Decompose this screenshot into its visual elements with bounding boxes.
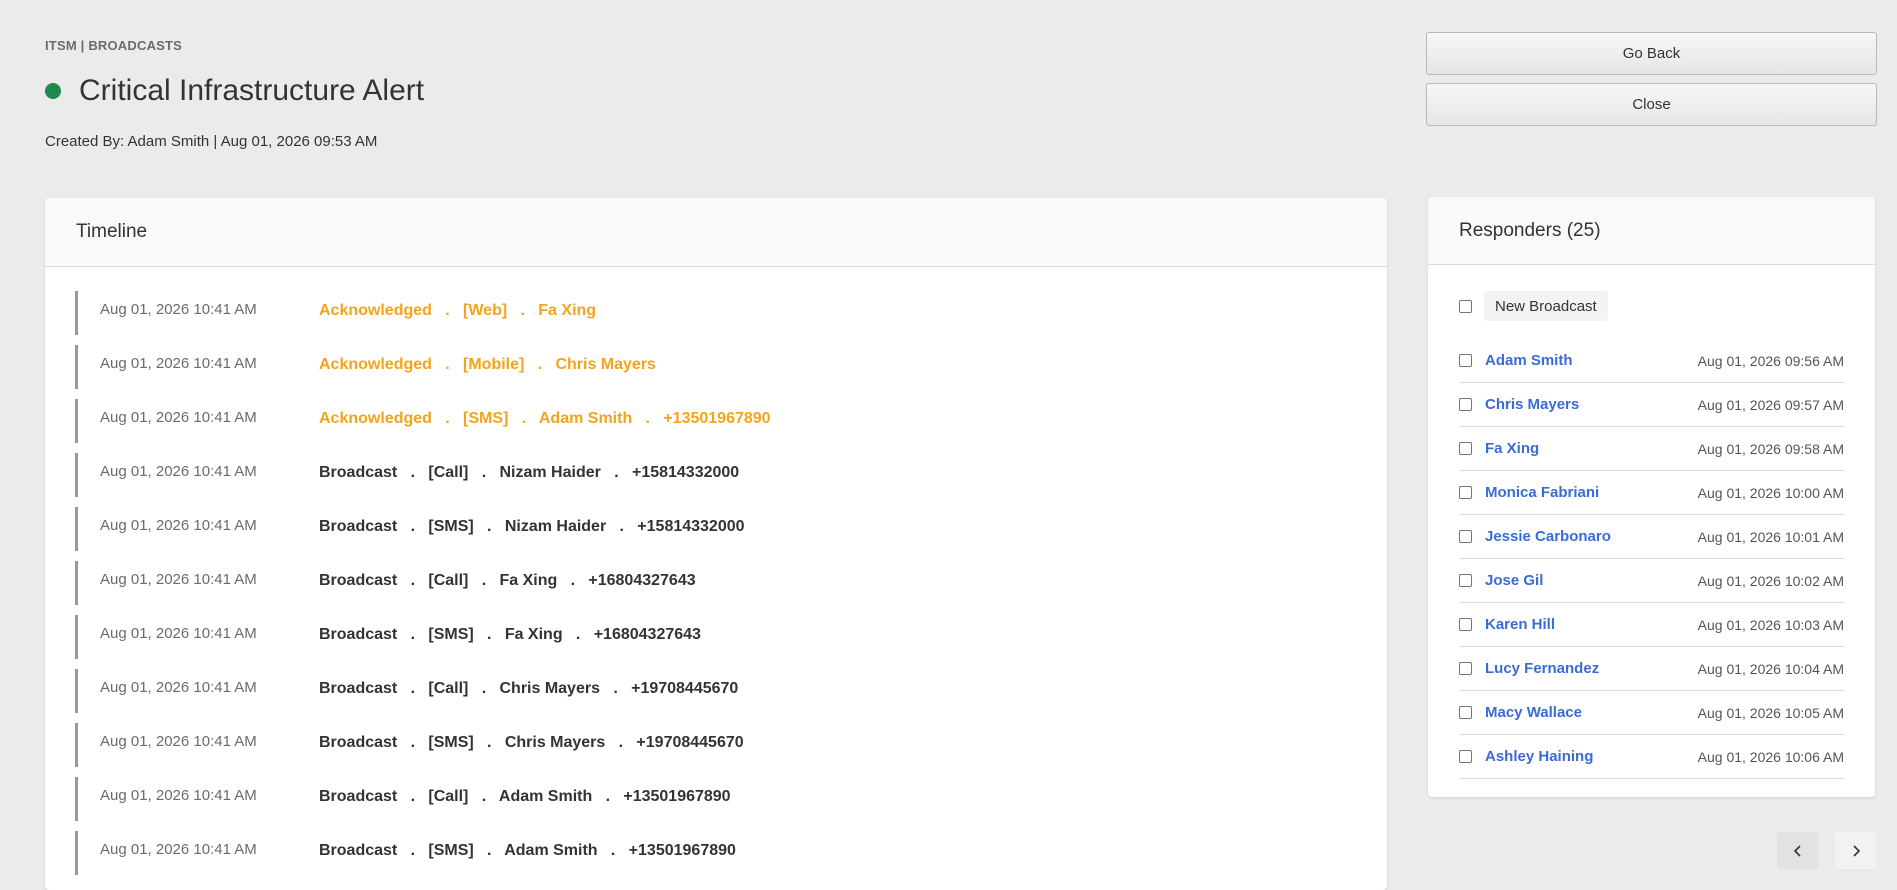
timeline-header: Timeline: [45, 198, 1387, 267]
select-all-checkbox[interactable]: [1459, 299, 1472, 313]
chevron-left-icon: [1793, 844, 1801, 857]
title-row: Critical Infrastructure Alert: [45, 74, 424, 108]
responder-time: Aug 01, 2026 10:04 AM: [1697, 660, 1844, 677]
timeline-entry-time: Aug 01, 2026 10:41 AM: [100, 409, 257, 426]
timeline-entry-time: Aug 01, 2026 10:41 AM: [100, 355, 257, 372]
timeline-entry: Aug 01, 2026 10:41 AM Broadcast . [Call]…: [75, 669, 1387, 713]
timeline-entry: Aug 01, 2026 10:41 AM Acknowledged . [SM…: [75, 399, 1387, 443]
responder-name-link[interactable]: Ashley Haining: [1485, 748, 1593, 765]
responder-checkbox[interactable]: [1459, 662, 1472, 675]
responder-row: Macy Wallace Aug 01, 2026 10:05 AM: [1459, 691, 1844, 735]
timeline-entry: Aug 01, 2026 10:41 AM Acknowledged . [We…: [75, 291, 1387, 335]
responder-name-link[interactable]: Lucy Fernandez: [1485, 660, 1599, 677]
responder-row: Karen Hill Aug 01, 2026 10:03 AM: [1459, 603, 1844, 647]
responder-name-link[interactable]: Jose Gil: [1485, 572, 1543, 589]
responders-header: Responders (25): [1428, 197, 1875, 265]
responder-checkbox[interactable]: [1459, 574, 1472, 587]
timeline-entry-time: Aug 01, 2026 10:41 AM: [100, 787, 257, 804]
responder-row: Adam Smith Aug 01, 2026 09:56 AM: [1459, 339, 1844, 383]
responder-name-link[interactable]: Adam Smith: [1485, 352, 1573, 369]
timeline-entry-event: Broadcast . [SMS] . Chris Mayers . +1970…: [319, 734, 744, 751]
page-title: Critical Infrastructure Alert: [79, 74, 425, 107]
responder-row: Fa Xing Aug 01, 2026 09:58 AM: [1459, 427, 1844, 471]
responder-row: Lucy Fernandez Aug 01, 2026 10:04 AM: [1459, 647, 1844, 691]
timeline-entry-event: Acknowledged . [Web] . Fa Xing: [319, 302, 597, 319]
responder-time: Aug 01, 2026 10:02 AM: [1697, 572, 1844, 589]
responder-name-link[interactable]: Karen Hill: [1485, 616, 1555, 633]
new-broadcast-button[interactable]: New Broadcast: [1484, 291, 1608, 321]
status-indicator-icon: [45, 83, 61, 99]
responder-time: Aug 01, 2026 09:57 AM: [1697, 396, 1844, 413]
responder-row: Monica Fabriani Aug 01, 2026 10:00 AM: [1459, 471, 1844, 515]
new-broadcast-row: New Broadcast: [1459, 291, 1608, 321]
timeline-entry-time: Aug 01, 2026 10:41 AM: [100, 463, 257, 480]
responder-name-link[interactable]: Chris Mayers: [1485, 396, 1579, 413]
timeline-entry-event: Acknowledged . [SMS] . Adam Smith . +135…: [319, 410, 771, 427]
timeline-entry-event: Broadcast . [Call] . Fa Xing . +16804327…: [319, 572, 696, 589]
responder-time: Aug 01, 2026 09:58 AM: [1697, 440, 1844, 457]
responder-time: Aug 01, 2026 10:06 AM: [1697, 748, 1844, 765]
responder-checkbox[interactable]: [1459, 486, 1472, 499]
timeline-entry-time: Aug 01, 2026 10:41 AM: [100, 517, 257, 534]
timeline-entry: Aug 01, 2026 10:41 AM Broadcast . [Call]…: [75, 561, 1387, 605]
timeline-entry: Aug 01, 2026 10:41 AM Broadcast . [SMS] …: [75, 831, 1387, 875]
timeline-entry-event: Broadcast . [Call] . Chris Mayers . +197…: [319, 680, 739, 697]
timeline-entry-time: Aug 01, 2026 10:41 AM: [100, 841, 257, 858]
responder-row: Jose Gil Aug 01, 2026 10:02 AM: [1459, 559, 1844, 603]
responder-checkbox[interactable]: [1459, 750, 1472, 763]
timeline-entry-time: Aug 01, 2026 10:41 AM: [100, 733, 257, 750]
responder-time: Aug 01, 2026 10:03 AM: [1697, 616, 1844, 633]
responders-panel: Responders (25) New Broadcast Adam Smith…: [1428, 197, 1875, 797]
responder-checkbox[interactable]: [1459, 442, 1472, 455]
timeline-entry-event: Broadcast . [SMS] . Adam Smith . +135019…: [319, 842, 736, 859]
responder-row: Ashley Haining Aug 01, 2026 10:06 AM: [1459, 735, 1844, 779]
responder-checkbox[interactable]: [1459, 530, 1472, 543]
responder-checkbox[interactable]: [1459, 618, 1472, 631]
chevron-right-icon: [1852, 844, 1860, 857]
responders-list: Adam Smith Aug 01, 2026 09:56 AM Chris M…: [1459, 339, 1844, 779]
timeline-entry: Aug 01, 2026 10:41 AM Broadcast . [Call]…: [75, 777, 1387, 821]
responder-name-link[interactable]: Monica Fabriani: [1485, 484, 1599, 501]
responder-time: Aug 01, 2026 10:05 AM: [1697, 704, 1844, 721]
timeline-entry: Aug 01, 2026 10:41 AM Broadcast . [Call]…: [75, 453, 1387, 497]
timeline-entry-event: Broadcast . [Call] . Nizam Haider . +158…: [319, 464, 740, 481]
pagination-next-button[interactable]: [1835, 832, 1876, 869]
responder-name-link[interactable]: Fa Xing: [1485, 440, 1539, 457]
responder-checkbox[interactable]: [1459, 398, 1472, 411]
close-button[interactable]: Close: [1426, 83, 1877, 126]
created-by-info: Created By: Adam Smith | Aug 01, 2026 09…: [45, 133, 378, 150]
responder-row: Chris Mayers Aug 01, 2026 09:57 AM: [1459, 383, 1844, 427]
go-back-button[interactable]: Go Back: [1426, 32, 1877, 75]
timeline-panel: Timeline Aug 01, 2026 10:41 AM Acknowled…: [45, 198, 1387, 890]
pagination-prev-button[interactable]: [1777, 832, 1818, 869]
timeline-entry: Aug 01, 2026 10:41 AM Broadcast . [SMS] …: [75, 723, 1387, 767]
timeline-entry-event: Broadcast . [SMS] . Fa Xing . +168043276…: [319, 626, 701, 643]
timeline-entry-event: Acknowledged . [Mobile] . Chris Mayers: [319, 356, 656, 373]
timeline-entry-time: Aug 01, 2026 10:41 AM: [100, 301, 257, 318]
responder-name-link[interactable]: Jessie Carbonaro: [1485, 528, 1611, 545]
responder-checkbox[interactable]: [1459, 354, 1472, 367]
timeline-entry-event: Broadcast . [Call] . Adam Smith . +13501…: [319, 788, 731, 805]
responder-time: Aug 01, 2026 10:01 AM: [1697, 528, 1844, 545]
breadcrumb: ITSM | BROADCASTS: [45, 38, 183, 53]
timeline-entry-time: Aug 01, 2026 10:41 AM: [100, 679, 257, 696]
timeline-entry-time: Aug 01, 2026 10:41 AM: [100, 625, 257, 642]
timeline-entry: Aug 01, 2026 10:41 AM Acknowledged . [Mo…: [75, 345, 1387, 389]
timeline-entry-time: Aug 01, 2026 10:41 AM: [100, 571, 257, 588]
responder-time: Aug 01, 2026 10:00 AM: [1697, 484, 1844, 501]
timeline-entry-event: Broadcast . [SMS] . Nizam Haider . +1581…: [319, 518, 745, 535]
responder-name-link[interactable]: Macy Wallace: [1485, 704, 1582, 721]
responder-checkbox[interactable]: [1459, 706, 1472, 719]
responder-row: Jessie Carbonaro Aug 01, 2026 10:01 AM: [1459, 515, 1844, 559]
timeline-entry: Aug 01, 2026 10:41 AM Broadcast . [SMS] …: [75, 507, 1387, 551]
timeline-list: Aug 01, 2026 10:41 AM Acknowledged . [We…: [45, 267, 1387, 875]
responder-time: Aug 01, 2026 09:56 AM: [1697, 352, 1844, 369]
timeline-entry: Aug 01, 2026 10:41 AM Broadcast . [SMS] …: [75, 615, 1387, 659]
